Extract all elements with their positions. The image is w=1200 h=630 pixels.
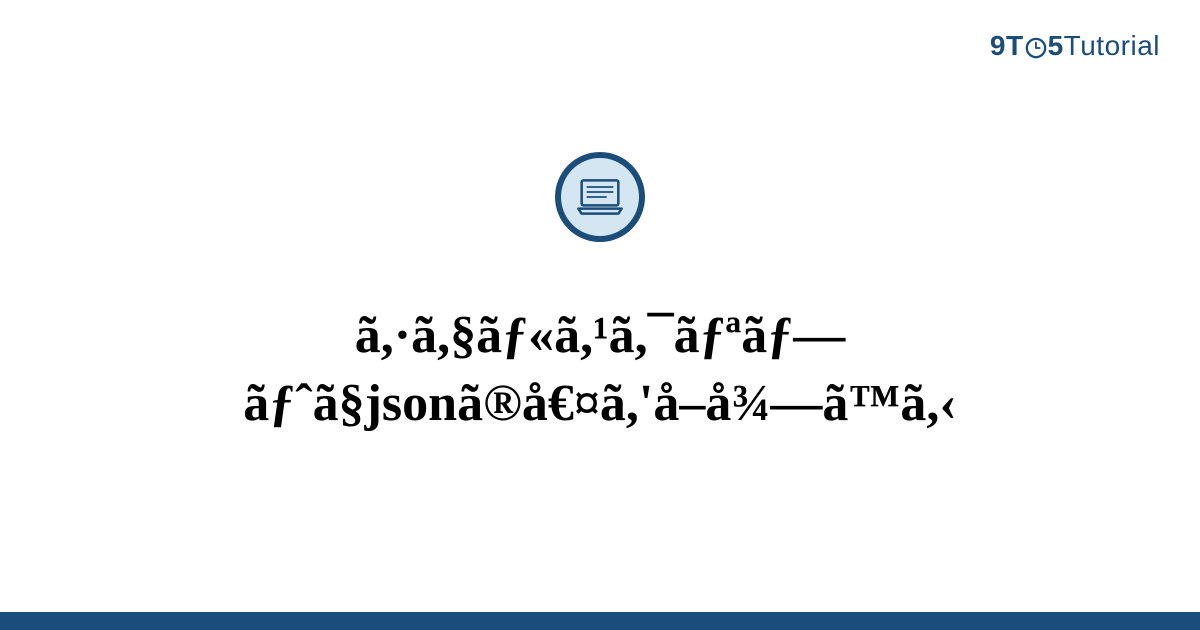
- logo-t1: T: [1006, 30, 1024, 61]
- site-logo: 9T5Tutorial: [990, 30, 1160, 62]
- clock-icon: [1025, 37, 1047, 59]
- logo-five: 5: [1048, 30, 1064, 61]
- title-line-1: ã,·ã,§ãƒ«ã,¹ã,¯ãƒªãƒ—: [355, 307, 846, 364]
- title-line-2: ãƒˆã§jsonã®å€¤ã,'å–å¾—ã™ã,‹: [243, 375, 956, 432]
- laptop-icon-circle: [555, 152, 645, 242]
- bottom-accent-bar: [0, 612, 1200, 630]
- main-content: ã,·ã,§ãƒ«ã,¹ã,¯ãƒªãƒ— ãƒˆã§jsonã®å€¤ã,'å…: [0, 0, 1200, 630]
- logo-nine: 9: [990, 30, 1006, 61]
- logo-tutorial: Tutorial: [1064, 30, 1160, 61]
- laptop-icon: [575, 177, 625, 217]
- page-title: ã,·ã,§ãƒ«ã,¹ã,¯ãƒªãƒ— ãƒˆã§jsonã®å€¤ã,'å…: [243, 302, 956, 437]
